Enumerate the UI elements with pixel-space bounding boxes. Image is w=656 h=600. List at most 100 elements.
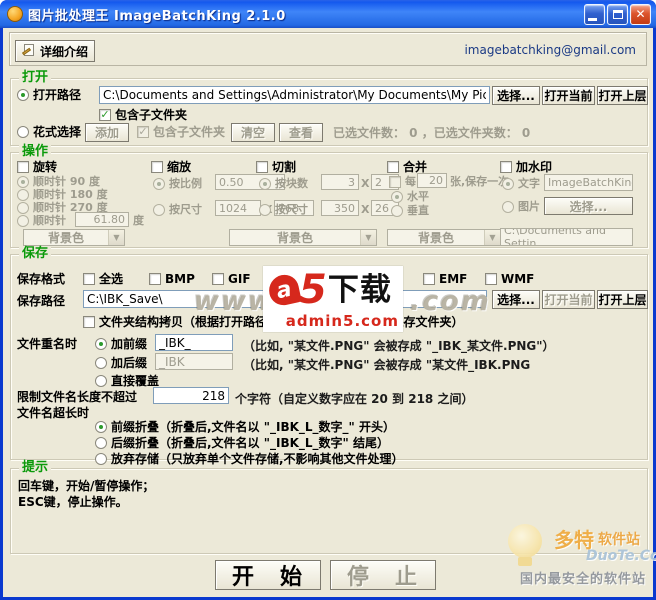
merge-bgcolor-combo[interactable]: 背景色 ▼	[387, 229, 501, 246]
hint-group-legend: 提示	[19, 461, 52, 475]
toolong-label: 文件名超长时	[17, 406, 90, 420]
open-current-button[interactable]: 打开当前	[542, 86, 595, 105]
cw180-radio[interactable]	[17, 189, 29, 201]
watermark-text-input[interactable]: ImageBatchKing	[544, 174, 633, 191]
rotate-checkbox[interactable]	[17, 161, 29, 173]
hint-group: 提示 回车键，开始/暂停操作； ESC键，停止操作。	[10, 461, 648, 554]
copy-structure-checkbox[interactable]	[83, 316, 95, 328]
zoom-checkbox[interactable]	[151, 161, 163, 173]
fold-suffix-label: 后缀折叠（折叠后,文件名以 "_IBK_L_数字" 结尾）	[111, 436, 389, 450]
merge-count-input[interactable]: 20	[417, 173, 447, 188]
merge-horizontal-label: 水平	[407, 190, 429, 203]
cut-blocks-x-input[interactable]: 3	[321, 174, 359, 190]
zoom-width-input[interactable]: 1024	[215, 200, 261, 216]
hint-line1: 回车键，开始/暂停操作；	[18, 479, 155, 493]
prefix-label: 加前缀	[111, 337, 148, 351]
cut-x1-label: X	[361, 177, 370, 190]
save-choose-button[interactable]: 选择...	[492, 290, 540, 309]
watermark-image-path: C:\Documents and Settin	[500, 228, 633, 246]
merge-vertical-radio[interactable]	[391, 205, 403, 217]
watermark-text-radio[interactable]	[502, 178, 514, 190]
minimize-button[interactable]	[584, 3, 605, 25]
operate-group-legend: 操作	[19, 145, 52, 159]
hint-line2: ESC键，停止操作。	[18, 495, 128, 509]
cw90-label: 顺时针 90 度	[33, 175, 100, 188]
overwrite-radio[interactable]	[95, 375, 107, 387]
cut-checkbox[interactable]	[256, 161, 268, 173]
zoom-ratio-radio[interactable]	[153, 178, 165, 190]
format-all-checkbox[interactable]	[83, 273, 95, 285]
limit-input[interactable]: 218	[153, 387, 229, 404]
cw180-label: 顺时针 180 度	[33, 188, 108, 201]
rotate-bgcolor-combo[interactable]: 背景色 ▼	[23, 229, 125, 246]
open-path-input[interactable]	[99, 86, 490, 104]
cw-custom-label: 顺时针	[33, 214, 66, 227]
include-subfolders2-label: 包含子文件夹	[153, 125, 226, 139]
watermark-image-label: 图片	[518, 200, 540, 213]
format-all-label: 全选	[99, 272, 124, 286]
merge-every-checkbox[interactable]	[389, 176, 401, 188]
degree-unit-label: 度	[133, 214, 144, 227]
fancy-select-radio[interactable]	[17, 126, 29, 138]
merge-per-label: 张,保存一次	[450, 175, 510, 188]
cut-blocks-radio[interactable]	[259, 178, 271, 190]
intro-icon	[21, 44, 36, 58]
format-wmf-checkbox[interactable]	[485, 273, 497, 285]
fold-drop-label: 放弃存储（只放弃单个文件存储,不影响其他文件处理）	[111, 452, 404, 466]
maximize-button[interactable]	[607, 3, 628, 25]
format-jpg-checkbox[interactable]	[269, 273, 281, 285]
rotate-bgcolor-value: 背景色	[47, 231, 84, 245]
fold-suffix-radio[interactable]	[95, 437, 107, 449]
save-open-current-button[interactable]: 打开当前	[542, 290, 595, 309]
cw90-radio[interactable]	[17, 176, 29, 188]
merge-vertical-label: 垂直	[407, 204, 429, 217]
format-bmp-checkbox[interactable]	[149, 273, 161, 285]
prefix-radio[interactable]	[95, 338, 107, 350]
cw-custom-radio[interactable]	[17, 215, 29, 227]
cw270-radio[interactable]	[17, 202, 29, 214]
open-path-radio[interactable]	[17, 89, 29, 101]
format-png-checkbox[interactable]	[317, 273, 329, 285]
watermark-image-choose-button[interactable]: 选择...	[544, 197, 633, 215]
intro-button[interactable]: 详细介绍	[15, 40, 95, 62]
watermark-image-radio[interactable]	[502, 201, 514, 213]
app-icon	[7, 6, 23, 22]
watermark-checkbox[interactable]	[500, 161, 512, 173]
fold-prefix-label: 前缀折叠（折叠后,文件名以 "_IBK_L_数字_" 开头）	[111, 420, 395, 434]
view-button[interactable]: 查看	[279, 123, 323, 142]
save-path-input[interactable]	[83, 290, 487, 308]
format-gif-checkbox[interactable]	[212, 273, 224, 285]
include-subfolders-checkbox[interactable]: ✓	[99, 109, 111, 121]
duote-bulb-base	[518, 557, 532, 566]
save-open-parent-button[interactable]: 打开上层	[597, 290, 648, 309]
stop-button[interactable]: 停 止	[330, 560, 436, 590]
watermark-text-label: 文字	[518, 177, 540, 190]
open-choose-button[interactable]: 选择...	[492, 86, 540, 105]
suffix-input[interactable]: _IBK	[155, 353, 233, 370]
include-subfolders2-checkbox[interactable]: ✓	[137, 126, 149, 138]
zoom-size-radio[interactable]	[153, 204, 165, 216]
fold-prefix-radio[interactable]	[95, 421, 107, 433]
format-wmf-label: WMF	[501, 272, 535, 286]
add-button[interactable]: 添加	[85, 123, 129, 142]
format-tif-label: TIF	[379, 272, 400, 286]
format-emf-checkbox[interactable]	[423, 273, 435, 285]
zoom-ratio-label: 按比例	[169, 177, 202, 190]
clear-button[interactable]: 清空	[231, 123, 275, 142]
cut-size-w-input[interactable]: 350	[321, 200, 359, 216]
open-parent-button[interactable]: 打开上层	[597, 86, 648, 105]
cut-size-radio[interactable]	[259, 204, 271, 216]
format-tif-checkbox[interactable]	[363, 273, 375, 285]
cw-custom-degree-input[interactable]: 61.80	[75, 212, 129, 227]
prefix-input[interactable]	[155, 334, 233, 351]
merge-label: 合并	[403, 160, 428, 174]
cut-bgcolor-combo[interactable]: 背景色 ▼	[229, 229, 377, 246]
start-button[interactable]: 开 始	[215, 560, 321, 590]
merge-checkbox[interactable]	[387, 161, 399, 173]
zoom-size-label: 按尺寸	[169, 203, 202, 216]
suffix-radio[interactable]	[95, 357, 107, 369]
close-button[interactable]: ✕	[630, 3, 651, 25]
fold-drop-radio[interactable]	[95, 453, 107, 465]
header-panel: 详细介绍 imagebatchking@gmail.com	[9, 32, 647, 66]
merge-horizontal-radio[interactable]	[391, 191, 403, 203]
